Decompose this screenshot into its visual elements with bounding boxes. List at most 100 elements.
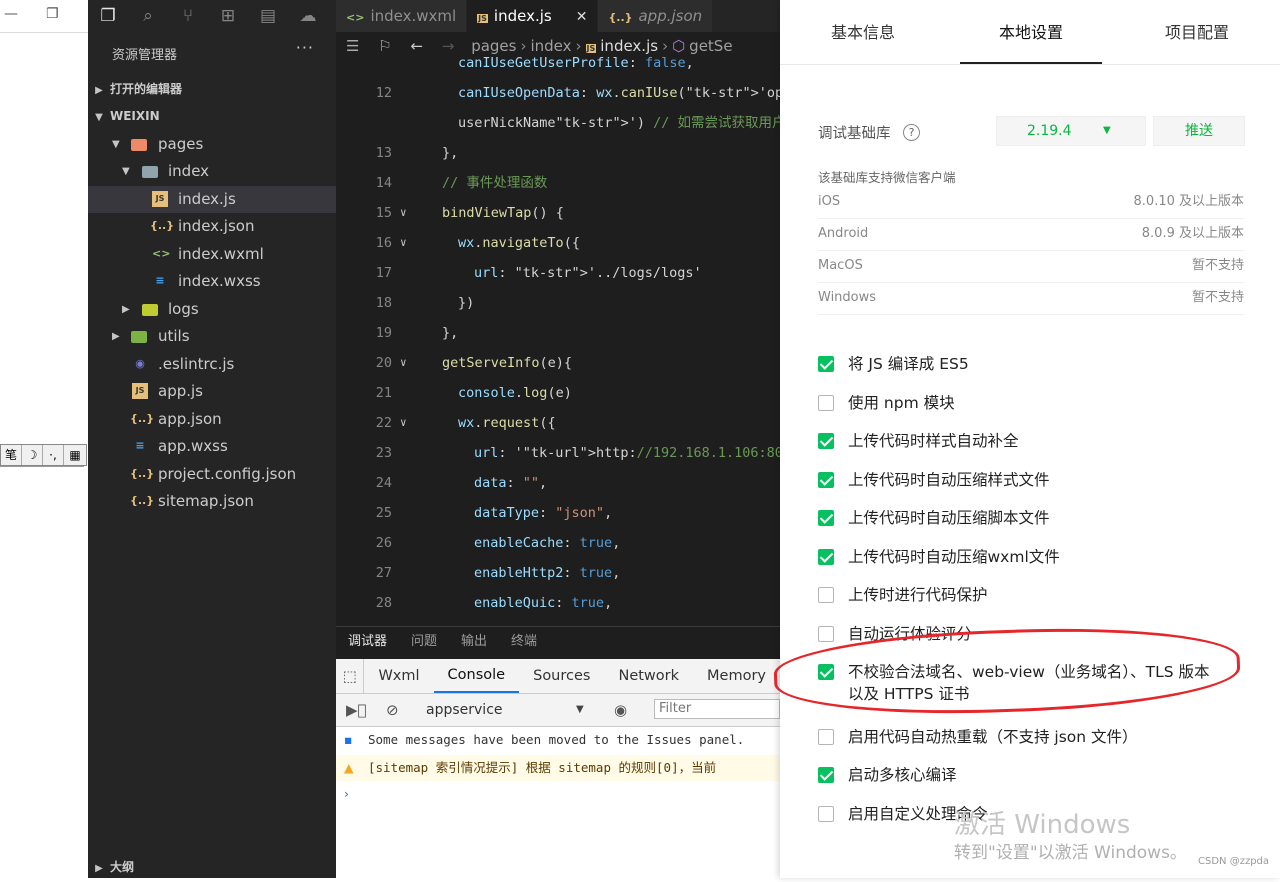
- code-line[interactable]: 23 url: '"tk-url">http://192.168.1.106:80…: [336, 438, 780, 468]
- tab-app-json[interactable]: {..} app.json: [598, 0, 714, 32]
- fold-chevron-icon[interactable]: ∨: [400, 228, 407, 258]
- console-prompt[interactable]: ›: [336, 781, 780, 807]
- tree-file-app-js[interactable]: JS app.js: [88, 378, 336, 405]
- tab-problems[interactable]: 问题: [399, 627, 449, 657]
- code-line[interactable]: userNickName"tk-str">') // 如需尝试获取用户信息可改: [336, 108, 780, 138]
- checkbox[interactable]: [818, 510, 834, 526]
- code-line[interactable]: 17 url: "tk-str">'../logs/logs': [336, 258, 780, 288]
- ime-toolbar[interactable]: 笔 ☽ ·, ▦: [0, 444, 87, 466]
- code-text: wx.navigateTo({: [458, 235, 580, 251]
- tree-folder-utils[interactable]: ▶ utils: [88, 323, 336, 350]
- checkbox[interactable]: [818, 767, 834, 783]
- ime-moon-icon[interactable]: ☽: [22, 445, 43, 465]
- red-annotation-circle: [772, 621, 1242, 721]
- code-line[interactable]: 12 canIUseOpenData: wx.canIUse("tk-str">'…: [336, 78, 780, 108]
- code-line[interactable]: 21 console.log(e): [336, 378, 780, 408]
- restore-icon[interactable]: ❐: [46, 6, 59, 22]
- eye-icon[interactable]: ◉: [614, 694, 627, 726]
- tree-file-index-json[interactable]: {..} index.json: [88, 213, 336, 240]
- context-selector[interactable]: appservice: [426, 694, 503, 726]
- code-line[interactable]: 24 data: "",: [336, 468, 780, 498]
- push-button[interactable]: 推送: [1153, 116, 1245, 146]
- checkbox[interactable]: [818, 433, 834, 449]
- ime-keyboard-icon[interactable]: ▦: [64, 445, 86, 465]
- tab-output[interactable]: 输出: [449, 627, 499, 657]
- code-line[interactable]: 28 enableQuic: true,: [336, 588, 780, 618]
- checkbox[interactable]: [818, 806, 834, 822]
- tree-folder-logs[interactable]: ▶ logs: [88, 296, 336, 323]
- tree-file-eslintrc[interactable]: ◉ .eslintrc.js: [88, 351, 336, 378]
- minimize-icon[interactable]: —: [4, 6, 18, 22]
- tab-debugger[interactable]: 调试器: [336, 627, 399, 657]
- tree-file-sitemap[interactable]: {..} sitemap.json: [88, 488, 336, 515]
- code-line[interactable]: 20 ∨ getServeInfo(e){: [336, 348, 780, 378]
- tree-file-app-json[interactable]: {..} app.json: [88, 406, 336, 433]
- code-line[interactable]: 25 dataType: "json",: [336, 498, 780, 528]
- tab-local-settings[interactable]: 本地设置: [960, 0, 1102, 64]
- code-line[interactable]: 19},: [336, 318, 780, 348]
- devtools-tab-console[interactable]: Console: [433, 659, 520, 693]
- devtools-tab-wxml[interactable]: Wxml: [364, 659, 433, 693]
- section-project[interactable]: ▼ WEIXIN: [88, 103, 336, 129]
- tab-terminal[interactable]: 终端: [499, 627, 549, 657]
- tab-index-wxml[interactable]: <> index.wxml: [336, 0, 468, 32]
- cloud-icon[interactable]: ☁: [288, 6, 328, 26]
- tab-index-js[interactable]: JS index.js ✕: [467, 0, 599, 32]
- tree-item-label: index.json: [178, 217, 255, 235]
- tab-project-config[interactable]: 项目配置: [1126, 0, 1268, 64]
- ime-punct-icon[interactable]: ·,: [43, 445, 64, 465]
- section-open-editors[interactable]: ▶ 打开的编辑器: [88, 76, 336, 102]
- search-icon[interactable]: ⌕: [128, 6, 168, 26]
- debug-lib-select[interactable]: 2.19.4 ▼: [996, 116, 1146, 146]
- code-line[interactable]: 14 // 事件处理函数: [336, 168, 780, 198]
- checkbox[interactable]: [818, 729, 834, 745]
- close-icon[interactable]: ✕: [576, 9, 588, 25]
- extensions-icon[interactable]: ⊞: [208, 6, 248, 26]
- files-icon[interactable]: ❐: [88, 6, 128, 26]
- line-number: 20: [375, 355, 392, 371]
- tree-file-index-wxml[interactable]: <> index.wxml: [88, 241, 336, 268]
- code-line[interactable]: 18}): [336, 288, 780, 318]
- code-line[interactable]: 13},: [336, 138, 780, 168]
- tree-folder-index[interactable]: ▼ index: [88, 158, 336, 185]
- section-outline[interactable]: ▶ 大纲: [88, 854, 336, 880]
- sidebar-toggle-icon[interactable]: ▶⃞: [346, 694, 367, 726]
- dropdown-arrow-icon[interactable]: ▼: [576, 694, 584, 726]
- support-title: 该基础库支持微信客户端: [818, 170, 956, 185]
- code-line[interactable]: 27 enableHttp2: true,: [336, 558, 780, 588]
- inspect-icon[interactable]: ⬚: [336, 659, 365, 693]
- code-line[interactable]: canIUseGetUserProfile: false,: [336, 48, 780, 78]
- code-line[interactable]: 22 ∨ wx.request({: [336, 408, 780, 438]
- panel-icon[interactable]: ▤: [248, 6, 288, 26]
- code-text: userNickName"tk-str">') // 如需尝试获取用户信息可改: [458, 115, 780, 131]
- tree-file-app-wxss[interactable]: ≡ app.wxss: [88, 433, 336, 460]
- devtools-tab-memory[interactable]: Memory: [693, 659, 780, 693]
- tab-basic-info[interactable]: 基本信息: [792, 0, 934, 64]
- clear-console-icon[interactable]: ⊘: [386, 694, 399, 726]
- help-icon[interactable]: ?: [903, 124, 920, 141]
- tree-item-label: index.js: [178, 190, 236, 208]
- tree-file-index-js[interactable]: JS index.js: [88, 186, 336, 213]
- checkbox[interactable]: [818, 395, 834, 411]
- fold-chevron-icon[interactable]: ∨: [400, 408, 407, 438]
- checkbox[interactable]: [818, 587, 834, 603]
- code-line[interactable]: 26 enableCache: true,: [336, 528, 780, 558]
- code-line[interactable]: 16 ∨ wx.navigateTo({: [336, 228, 780, 258]
- more-actions-icon[interactable]: ···: [296, 38, 314, 57]
- fold-chevron-icon[interactable]: ∨: [400, 198, 407, 228]
- tree-file-project-config[interactable]: {..} project.config.json: [88, 461, 336, 488]
- tree-file-index-wxss[interactable]: ≡ index.wxss: [88, 268, 336, 295]
- ime-pen-icon[interactable]: 笔: [1, 445, 22, 465]
- fold-chevron-icon[interactable]: ∨: [400, 348, 407, 378]
- source-control-icon[interactable]: ⑂: [168, 6, 208, 26]
- devtools-tab-network[interactable]: Network: [604, 659, 693, 693]
- tree-folder-pages[interactable]: ▼ pages: [88, 131, 336, 158]
- filter-input[interactable]: [654, 699, 780, 719]
- checkbox[interactable]: [818, 549, 834, 565]
- code-line[interactable]: 15 ∨ bindViewTap() {: [336, 198, 780, 228]
- checkbox[interactable]: [818, 356, 834, 372]
- checkbox[interactable]: [818, 472, 834, 488]
- devtools-tab-sources[interactable]: Sources: [519, 659, 604, 693]
- json-icon: {..}: [608, 11, 633, 24]
- checkbox[interactable]: [818, 626, 834, 642]
